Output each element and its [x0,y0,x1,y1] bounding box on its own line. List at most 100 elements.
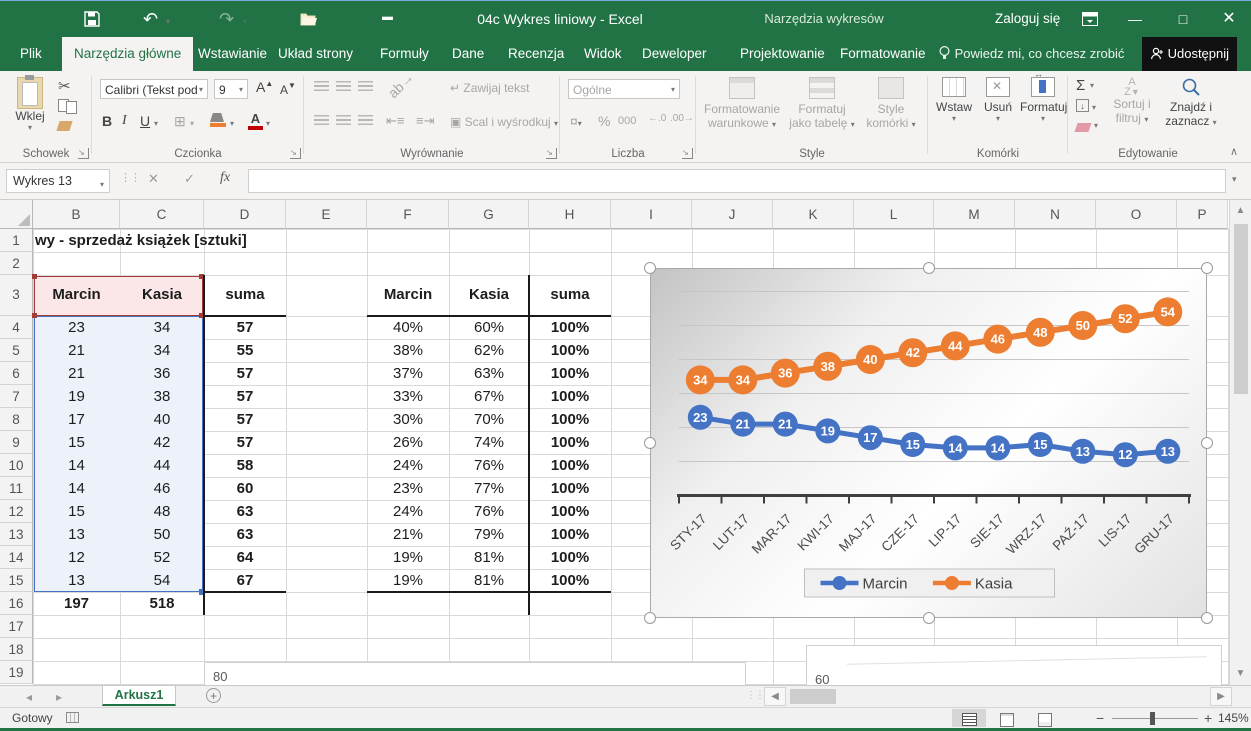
fill-color-dropdown-icon[interactable]: ▾ [230,119,234,128]
cell-h3-suma-header[interactable]: suma [529,275,611,316]
cell-marcin-value[interactable]: 14 [33,454,120,477]
column-header-O[interactable]: O [1096,200,1177,229]
fx-icon[interactable]: fx [220,170,230,186]
cell-marcin-value[interactable]: 21 [33,362,120,385]
cell-suma-value[interactable]: 63 [204,500,286,523]
view-page-break-icon[interactable] [1028,709,1062,727]
comma-style-icon[interactable]: 000 [618,115,636,127]
sheet-tab-arkusz1[interactable]: Arkusz1 [102,686,176,706]
increase-decimal-icon[interactable]: ←.0 [648,113,666,124]
cell-suma-value[interactable]: 55 [204,339,286,362]
decrease-decimal-icon[interactable]: .00→ [670,113,694,124]
align-left-icon[interactable] [314,115,329,126]
prev-sheet-icon[interactable]: ◂ [26,690,32,704]
row-header-16[interactable]: 16 [0,592,33,615]
chart-selection-handle[interactable] [1201,437,1213,449]
scroll-down-icon[interactable]: ▼ [1230,663,1251,685]
number-format-combo[interactable]: Ogólne ▾ [568,79,680,99]
accounting-format-icon[interactable]: ¤▾ [570,113,582,129]
tabstrip-splitter[interactable]: ⋮⋮ [746,690,764,701]
cell-suma-pct[interactable]: 100% [529,385,611,408]
cell-marcin-pct[interactable]: 23% [367,477,449,500]
column-header-I[interactable]: I [611,200,692,229]
cell-marcin-value[interactable]: 17 [33,408,120,431]
cell-kasia-pct[interactable]: 79% [449,523,529,546]
align-middle-icon[interactable] [336,81,351,92]
borders-dropdown-icon[interactable]: ▾ [190,119,194,128]
column-header-J[interactable]: J [692,200,773,229]
cell-suma-value[interactable]: 58 [204,454,286,477]
italic-button[interactable]: I [122,113,127,129]
cell-kasia-pct[interactable]: 77% [449,477,529,500]
tab-formuly[interactable]: Formuły [368,37,441,71]
chart-selection-handle[interactable] [644,262,656,274]
new-sheet-icon[interactable]: + [206,688,221,703]
align-top-icon[interactable] [314,81,329,92]
next-sheet-icon[interactable]: ▸ [56,690,62,704]
orientation-icon[interactable]: ab→ [385,69,417,101]
cell-suma-value[interactable]: 57 [204,431,286,454]
autosum-dropdown-icon[interactable]: ▾ [1090,81,1094,90]
format-painter-icon[interactable] [56,121,72,131]
tab-uklad-strony[interactable]: Układ strony [266,37,365,71]
sort-filter-button[interactable]: AZ▼ Sortuj i filtruj ▾ [1106,77,1158,125]
cell-marcin-value[interactable]: 19 [33,385,120,408]
hscroll-left-icon[interactable]: ◀ [764,687,786,706]
cut-icon[interactable]: ✂ [58,77,71,95]
font-color-dropdown-icon[interactable]: ▾ [266,119,270,128]
row-header-1[interactable]: 1 [0,229,33,252]
cell-kasia-value[interactable]: 52 [120,546,204,569]
cell-d3-suma-header[interactable]: suma [204,275,286,316]
name-box[interactable]: Wykres 13▾ [6,169,110,193]
cell-kasia-value[interactable]: 46 [120,477,204,500]
row-header-12[interactable]: 12 [0,500,33,523]
vertical-scroll-thumb[interactable] [1234,224,1248,394]
tab-widok[interactable]: Widok [572,37,634,71]
cell-kasia-value[interactable]: 44 [120,454,204,477]
cell-marcin-value[interactable]: 15 [33,500,120,523]
cell-marcin-value[interactable]: 13 [33,523,120,546]
cell-marcin-pct[interactable]: 24% [367,454,449,477]
find-select-button[interactable]: Znajdź i zaznacz ▾ [1162,77,1220,128]
scroll-up-icon[interactable]: ▲ [1230,200,1251,222]
cell-kasia-value[interactable]: 38 [120,385,204,408]
column-header-L[interactable]: L [854,200,934,229]
alignment-dialog-launcher[interactable]: ↘ [546,148,557,159]
cell-kasia-pct[interactable]: 76% [449,500,529,523]
sheet-title-cell[interactable]: wy - sprzedaż książek [sztuki] [33,229,453,252]
macro-record-icon[interactable] [66,712,79,723]
cell-marcin-value[interactable]: 14 [33,477,120,500]
font-name-combo[interactable]: Calibri (Tekst pod ▾ [100,79,208,99]
tab-dane[interactable]: Dane [440,37,496,71]
cell-suma-pct[interactable]: 100% [529,500,611,523]
column-header-F[interactable]: F [367,200,449,229]
cell-suma-value[interactable]: 64 [204,546,286,569]
cell-suma-pct[interactable]: 100% [529,339,611,362]
row-header-8[interactable]: 8 [0,408,33,431]
redo-icon[interactable]: ↷ [219,1,234,37]
column-header-K[interactable]: K [773,200,854,229]
cell-marcin-pct[interactable]: 30% [367,408,449,431]
undo-icon[interactable]: ↶ [143,1,158,37]
cell-kasia-pct[interactable]: 76% [449,454,529,477]
merge-center-button[interactable]: ▣ Scal i wyśrodkuj ▾ [450,115,558,129]
cell-kasia-pct[interactable]: 81% [449,569,529,592]
cell-kasia-pct[interactable]: 62% [449,339,529,362]
row-header-3[interactable]: 3 [0,275,33,316]
cell-styles-button[interactable]: Style komórki ▾ [860,77,922,130]
cell-suma-value[interactable]: 57 [204,385,286,408]
collapse-ribbon-icon[interactable]: ∧ [1230,145,1238,158]
chart-selection-handle[interactable] [1201,262,1213,274]
sign-in-link[interactable]: Zaloguj się [995,1,1060,37]
enter-formula-icon[interactable]: ✓ [184,171,195,187]
cell-kasia-value[interactable]: 40 [120,408,204,431]
clear-eraser-icon[interactable] [1074,123,1091,132]
fill-color-icon[interactable] [210,113,226,127]
tab-formatowanie[interactable]: Formatowanie [828,37,938,71]
clipboard-dialog-launcher[interactable]: ↘ [78,148,89,159]
column-header-M[interactable]: M [934,200,1015,229]
share-button[interactable]: Udostępnij [1142,37,1237,71]
cell-marcin-value[interactable]: 21 [33,339,120,362]
row-header-18[interactable]: 18 [0,638,33,661]
align-bottom-icon[interactable] [358,81,373,92]
